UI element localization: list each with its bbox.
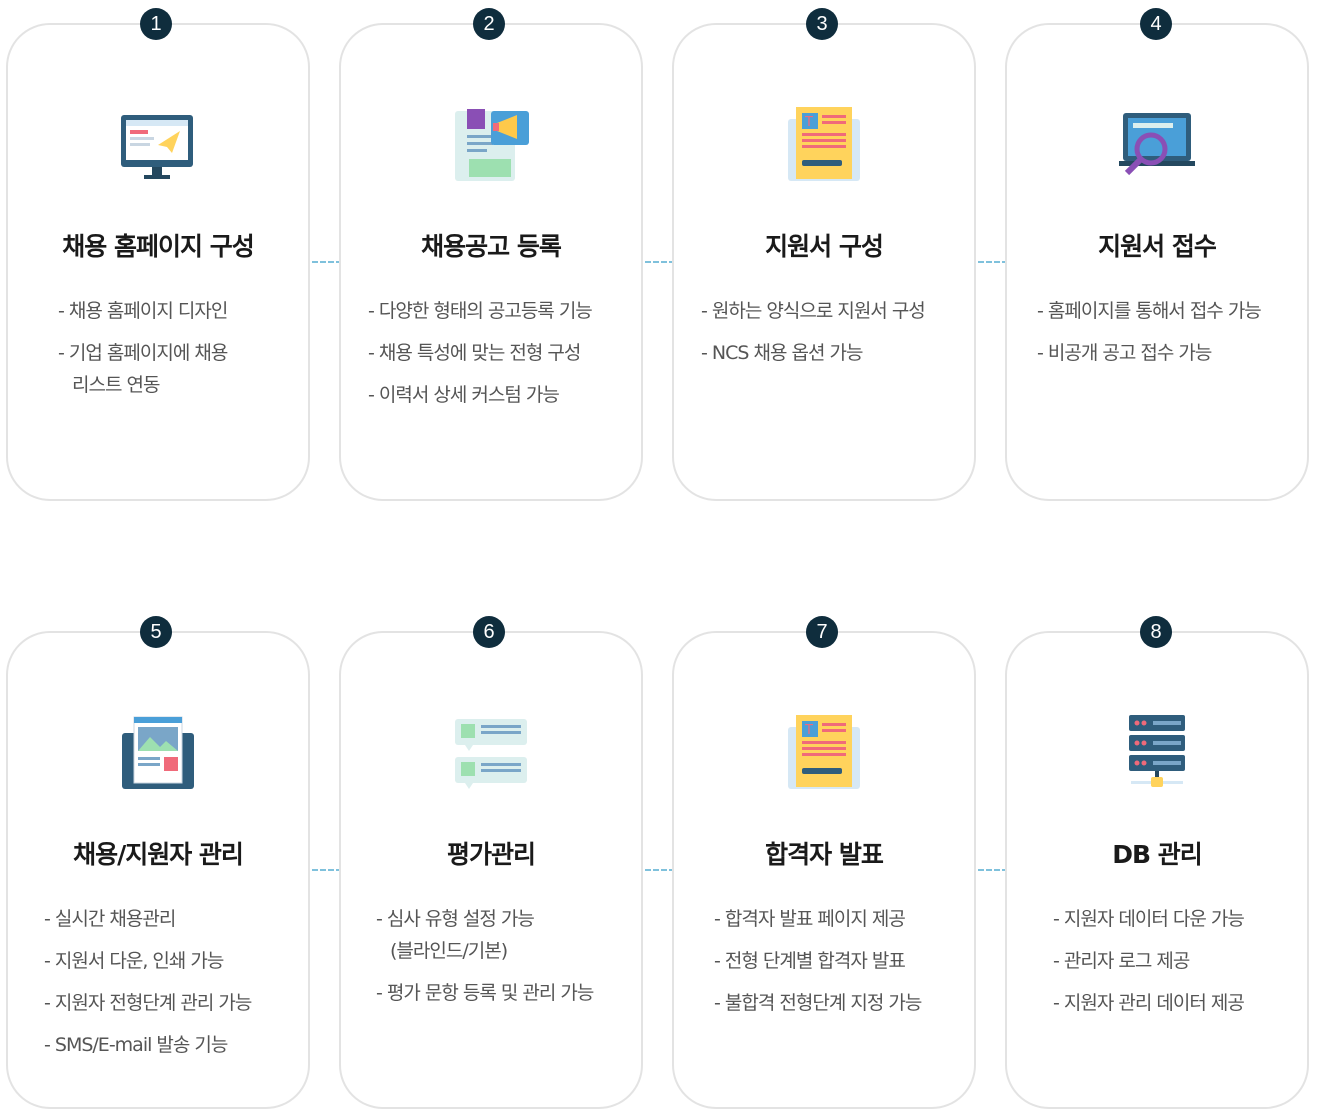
connector [645, 261, 675, 263]
step-item: - 기업 홈페이지에 채용 리스트 연동 [58, 342, 228, 396]
connector [645, 869, 675, 871]
monitor-icon [118, 105, 198, 185]
application-form-icon: T [784, 713, 864, 793]
step-badge-2: 2 [473, 8, 505, 40]
step-title-3: 지원서 구성 [765, 232, 884, 261]
svg-text:T: T [804, 115, 813, 130]
connector [978, 869, 1008, 871]
application-form-icon: T [784, 105, 864, 185]
server-database-icon [1117, 713, 1197, 793]
svg-text:T: T [804, 723, 813, 738]
step-title-6: 평가관리 [446, 840, 536, 869]
step-badge-6: 6 [473, 616, 505, 648]
step-item: - 심사 유형 설정 가능 (블라인드/기본) [376, 908, 535, 962]
step-list-2: - 다양한 형태의 공고등록 기능 - 채용 특성에 맞는 전형 구성 - 이력… [368, 295, 593, 421]
image-document-icon [118, 713, 198, 793]
step-list-3: - 원하는 양식으로 지원서 구성 - NCS 채용 옵션 가능 [701, 295, 926, 379]
step-list-1: - 채용 홈페이지 디자인 - 기업 홈페이지에 채용 리스트 연동 [58, 295, 228, 411]
step-item: - 비공개 공고 접수 가능 [1037, 342, 1212, 364]
step-item: - 불합격 전형단계 지정 가능 [714, 992, 922, 1014]
step-item: - 전형 단계별 합격자 발표 [714, 950, 906, 972]
step-title-7: 합격자 발표 [765, 840, 884, 869]
step-item: - 관리자 로그 제공 [1053, 950, 1190, 972]
step-item: - 지원자 전형단계 관리 가능 [44, 992, 252, 1014]
step-badge-8: 8 [1140, 616, 1172, 648]
step-title-4: 지원서 접수 [1098, 232, 1217, 261]
step-item: - 다양한 형태의 공고등록 기능 [368, 300, 593, 322]
step-badge-4: 4 [1140, 8, 1172, 40]
step-item: - 지원서 다운, 인쇄 가능 [44, 950, 224, 972]
connector [978, 261, 1008, 263]
step-item: - 원하는 양식으로 지원서 구성 [701, 300, 926, 322]
step-item: - 실시간 채용관리 [44, 908, 176, 930]
step-list-4: - 홈페이지를 통해서 접수 가능 - 비공개 공고 접수 가능 [1037, 295, 1262, 379]
step-title-5: 채용/지원자 관리 [73, 840, 244, 869]
step-badge-7: 7 [806, 616, 838, 648]
step-badge-1: 1 [140, 8, 172, 40]
step-title-1: 채용 홈페이지 구성 [62, 232, 254, 261]
step-title-8: DB 관리 [1112, 840, 1203, 869]
step-list-7: - 합격자 발표 페이지 제공 - 전형 단계별 합격자 발표 - 불합격 전형… [714, 903, 922, 1029]
step-list-6: - 심사 유형 설정 가능 (블라인드/기본) - 평가 문항 등록 및 관리 … [376, 903, 594, 1019]
step-badge-3: 3 [806, 8, 838, 40]
connector [312, 869, 342, 871]
laptop-search-icon [1117, 105, 1197, 185]
chat-review-icon [451, 713, 531, 793]
step-item: - 이력서 상세 커스텀 가능 [368, 384, 560, 406]
step-item: - SMS/E-mail 발송 기능 [44, 1034, 228, 1056]
step-list-5: - 실시간 채용관리 - 지원서 다운, 인쇄 가능 - 지원자 전형단계 관리… [44, 903, 252, 1071]
step-item: - 평가 문항 등록 및 관리 가능 [376, 982, 594, 1004]
connector [312, 261, 342, 263]
step-item: - 합격자 발표 페이지 제공 [714, 908, 906, 930]
step-item: - 지원자 관리 데이터 제공 [1053, 992, 1245, 1014]
step-list-8: - 지원자 데이터 다운 가능 - 관리자 로그 제공 - 지원자 관리 데이터… [1053, 903, 1245, 1029]
step-item: - NCS 채용 옵션 가능 [701, 342, 863, 364]
step-badge-5: 5 [140, 616, 172, 648]
step-item: - 채용 특성에 맞는 전형 구성 [368, 342, 581, 364]
step-item: - 홈페이지를 통해서 접수 가능 [1037, 300, 1262, 322]
step-title-2: 채용공고 등록 [421, 232, 562, 261]
step-item: - 채용 홈페이지 디자인 [58, 300, 228, 322]
step-item: - 지원자 데이터 다운 가능 [1053, 908, 1245, 930]
newspaper-megaphone-icon [451, 105, 531, 185]
